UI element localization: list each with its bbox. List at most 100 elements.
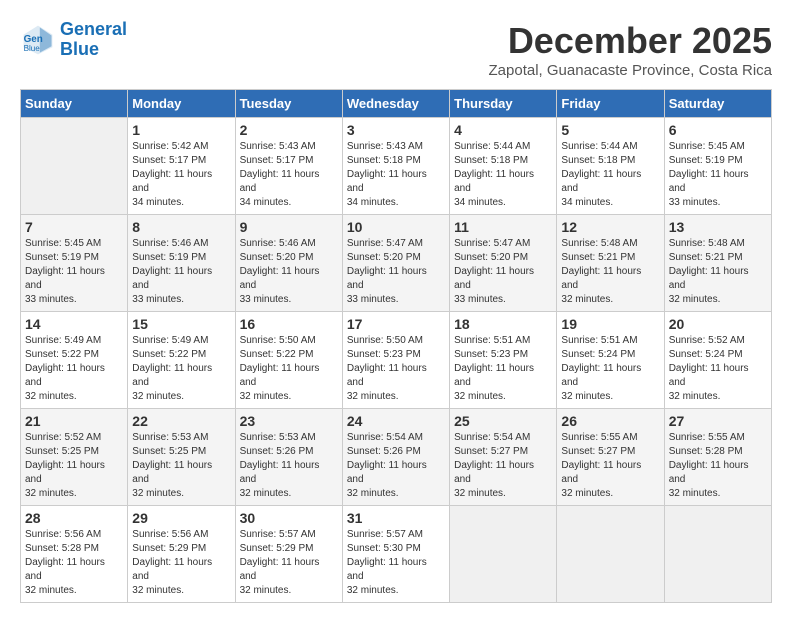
day-info: Sunrise: 5:45 AMSunset: 5:19 PMDaylight:…: [25, 237, 123, 307]
calendar-cell: 8Sunrise: 5:46 AMSunset: 5:19 PMDaylight…: [128, 215, 235, 312]
day-number: 11: [454, 219, 552, 235]
calendar-cell: 30 Sunrise: 5:57 AMSunset: 5:29 PMDayligh…: [235, 506, 342, 603]
day-number: 7: [25, 219, 123, 235]
calendar-cell: 25 Sunrise: 5:54 AMSunset: 5:27 PMDayligh…: [450, 409, 557, 506]
calendar-cell: 14 Sunrise: 5:49 AMSunset: 5:22 PMDayligh…: [21, 312, 128, 409]
day-number: 4: [454, 122, 552, 138]
day-number: 27: [669, 413, 767, 429]
calendar-cell: 18 Sunrise: 5:51 AMSunset: 5:23 PMDayligh…: [450, 312, 557, 409]
header-tuesday: Tuesday: [235, 90, 342, 118]
svg-text:Blue: Blue: [24, 44, 41, 53]
day-info: Sunrise: 5:45 AMSunset: 5:19 PMDaylight:…: [669, 140, 767, 210]
logo-icon: Gen Blue: [20, 22, 56, 58]
day-number: 25: [454, 413, 552, 429]
calendar-week-5: 28Sunrise: 5:56 AMSunset: 5:28 PMDayligh…: [21, 506, 772, 603]
calendar-cell: [450, 506, 557, 603]
day-info: Sunrise: 5:50 AMSunset: 5:22 PMDaylight:…: [240, 334, 338, 404]
calendar-cell: 29 Sunrise: 5:56 AMSunset: 5:29 PMDayligh…: [128, 506, 235, 603]
logo: Gen Blue GeneralBlue: [20, 20, 127, 60]
calendar-cell: 27Sunrise: 5:55 AMSunset: 5:28 PMDayligh…: [664, 409, 771, 506]
day-info: Sunrise: 5:47 AMSunset: 5:20 PMDaylight:…: [347, 237, 445, 307]
calendar-cell: 9Sunrise: 5:46 AMSunset: 5:20 PMDaylight…: [235, 215, 342, 312]
day-info: Sunrise: 5:54 AMSunset: 5:26 PMDaylight:…: [347, 431, 445, 501]
calendar-cell: 23 Sunrise: 5:53 AMSunset: 5:26 PMDayligh…: [235, 409, 342, 506]
location-subtitle: Zapotal, Guanacaste Province, Costa Rica: [489, 62, 772, 79]
day-info: Sunrise: 5:57 AMSunset: 5:30 PMDaylight:…: [347, 528, 445, 598]
day-number: 16: [240, 316, 338, 332]
day-info: Sunrise: 5:52 AMSunset: 5:24 PMDaylight:…: [669, 334, 767, 404]
calendar-week-1: 1Sunrise: 5:42 AMSunset: 5:17 PMDaylight…: [21, 118, 772, 215]
day-info: Sunrise: 5:52 AMSunset: 5:25 PMDaylight:…: [25, 431, 123, 501]
calendar-cell: 6 Sunrise: 5:45 AMSunset: 5:19 PMDaylight…: [664, 118, 771, 215]
day-number: 26: [561, 413, 659, 429]
day-info: Sunrise: 5:53 AMSunset: 5:25 PMDaylight:…: [132, 431, 230, 501]
day-number: 12: [561, 219, 659, 235]
header-saturday: Saturday: [664, 90, 771, 118]
day-number: 2: [240, 122, 338, 138]
day-info: Sunrise: 5:53 AMSunset: 5:26 PMDaylight:…: [240, 431, 338, 501]
day-info: Sunrise: 5:43 AMSunset: 5:17 PMDaylight:…: [240, 140, 338, 210]
calendar-cell: 4 Sunrise: 5:44 AMSunset: 5:18 PMDaylight…: [450, 118, 557, 215]
day-info: Sunrise: 5:48 AMSunset: 5:21 PMDaylight:…: [669, 237, 767, 307]
day-info: Sunrise: 5:51 AMSunset: 5:23 PMDaylight:…: [454, 334, 552, 404]
day-number: 1: [132, 122, 230, 138]
calendar-cell: [664, 506, 771, 603]
header-monday: Monday: [128, 90, 235, 118]
day-number: 18: [454, 316, 552, 332]
calendar-cell: 13 Sunrise: 5:48 AMSunset: 5:21 PMDayligh…: [664, 215, 771, 312]
calendar-cell: 11 Sunrise: 5:47 AMSunset: 5:20 PMDayligh…: [450, 215, 557, 312]
day-info: Sunrise: 5:48 AMSunset: 5:21 PMDaylight:…: [561, 237, 659, 307]
calendar-cell: 22 Sunrise: 5:53 AMSunset: 5:25 PMDayligh…: [128, 409, 235, 506]
calendar-cell: 12 Sunrise: 5:48 AMSunset: 5:21 PMDayligh…: [557, 215, 664, 312]
day-info: Sunrise: 5:50 AMSunset: 5:23 PMDaylight:…: [347, 334, 445, 404]
calendar-cell: 17 Sunrise: 5:50 AMSunset: 5:23 PMDayligh…: [342, 312, 449, 409]
day-number: 20: [669, 316, 767, 332]
day-number: 17: [347, 316, 445, 332]
calendar-week-3: 14 Sunrise: 5:49 AMSunset: 5:22 PMDayligh…: [21, 312, 772, 409]
day-number: 29: [132, 510, 230, 526]
calendar-cell: 1Sunrise: 5:42 AMSunset: 5:17 PMDaylight…: [128, 118, 235, 215]
calendar-cell: 26Sunrise: 5:55 AMSunset: 5:27 PMDayligh…: [557, 409, 664, 506]
day-info: Sunrise: 5:54 AMSunset: 5:27 PMDaylight:…: [454, 431, 552, 501]
calendar-header-row: SundayMondayTuesdayWednesdayThursdayFrid…: [21, 90, 772, 118]
day-number: 13: [669, 219, 767, 235]
calendar-cell: 5Sunrise: 5:44 AMSunset: 5:18 PMDaylight…: [557, 118, 664, 215]
calendar-cell: 2 Sunrise: 5:43 AMSunset: 5:17 PMDaylight…: [235, 118, 342, 215]
calendar-cell: 10 Sunrise: 5:47 AMSunset: 5:20 PMDayligh…: [342, 215, 449, 312]
calendar-cell: 16 Sunrise: 5:50 AMSunset: 5:22 PMDayligh…: [235, 312, 342, 409]
day-info: Sunrise: 5:43 AMSunset: 5:18 PMDaylight:…: [347, 140, 445, 210]
day-number: 14: [25, 316, 123, 332]
calendar-cell: 28Sunrise: 5:56 AMSunset: 5:28 PMDayligh…: [21, 506, 128, 603]
day-info: Sunrise: 5:56 AMSunset: 5:29 PMDaylight:…: [132, 528, 230, 598]
logo-text: GeneralBlue: [60, 20, 127, 60]
day-number: 3: [347, 122, 445, 138]
day-number: 15: [132, 316, 230, 332]
month-title: December 2025: [489, 20, 772, 62]
header-sunday: Sunday: [21, 90, 128, 118]
day-number: 6: [669, 122, 767, 138]
day-number: 24: [347, 413, 445, 429]
day-info: Sunrise: 5:56 AMSunset: 5:28 PMDaylight:…: [25, 528, 123, 598]
day-number: 23: [240, 413, 338, 429]
day-number: 30: [240, 510, 338, 526]
calendar-cell: 24 Sunrise: 5:54 AMSunset: 5:26 PMDayligh…: [342, 409, 449, 506]
day-info: Sunrise: 5:44 AMSunset: 5:18 PMDaylight:…: [561, 140, 659, 210]
day-info: Sunrise: 5:49 AMSunset: 5:22 PMDaylight:…: [132, 334, 230, 404]
day-info: Sunrise: 5:47 AMSunset: 5:20 PMDaylight:…: [454, 237, 552, 307]
day-info: Sunrise: 5:46 AMSunset: 5:19 PMDaylight:…: [132, 237, 230, 307]
calendar-table: SundayMondayTuesdayWednesdayThursdayFrid…: [20, 89, 772, 603]
day-info: Sunrise: 5:51 AMSunset: 5:24 PMDaylight:…: [561, 334, 659, 404]
calendar-cell: 15 Sunrise: 5:49 AMSunset: 5:22 PMDayligh…: [128, 312, 235, 409]
day-number: 10: [347, 219, 445, 235]
day-info: Sunrise: 5:57 AMSunset: 5:29 PMDaylight:…: [240, 528, 338, 598]
day-number: 22: [132, 413, 230, 429]
day-info: Sunrise: 5:44 AMSunset: 5:18 PMDaylight:…: [454, 140, 552, 210]
day-info: Sunrise: 5:49 AMSunset: 5:22 PMDaylight:…: [25, 334, 123, 404]
title-area: December 2025 Zapotal, Guanacaste Provin…: [489, 20, 772, 79]
calendar-cell: 19Sunrise: 5:51 AMSunset: 5:24 PMDayligh…: [557, 312, 664, 409]
calendar-cell: 7 Sunrise: 5:45 AMSunset: 5:19 PMDaylight…: [21, 215, 128, 312]
page-header: Gen Blue GeneralBlue December 2025 Zapot…: [20, 20, 772, 79]
day-info: Sunrise: 5:46 AMSunset: 5:20 PMDaylight:…: [240, 237, 338, 307]
day-number: 31: [347, 510, 445, 526]
header-friday: Friday: [557, 90, 664, 118]
